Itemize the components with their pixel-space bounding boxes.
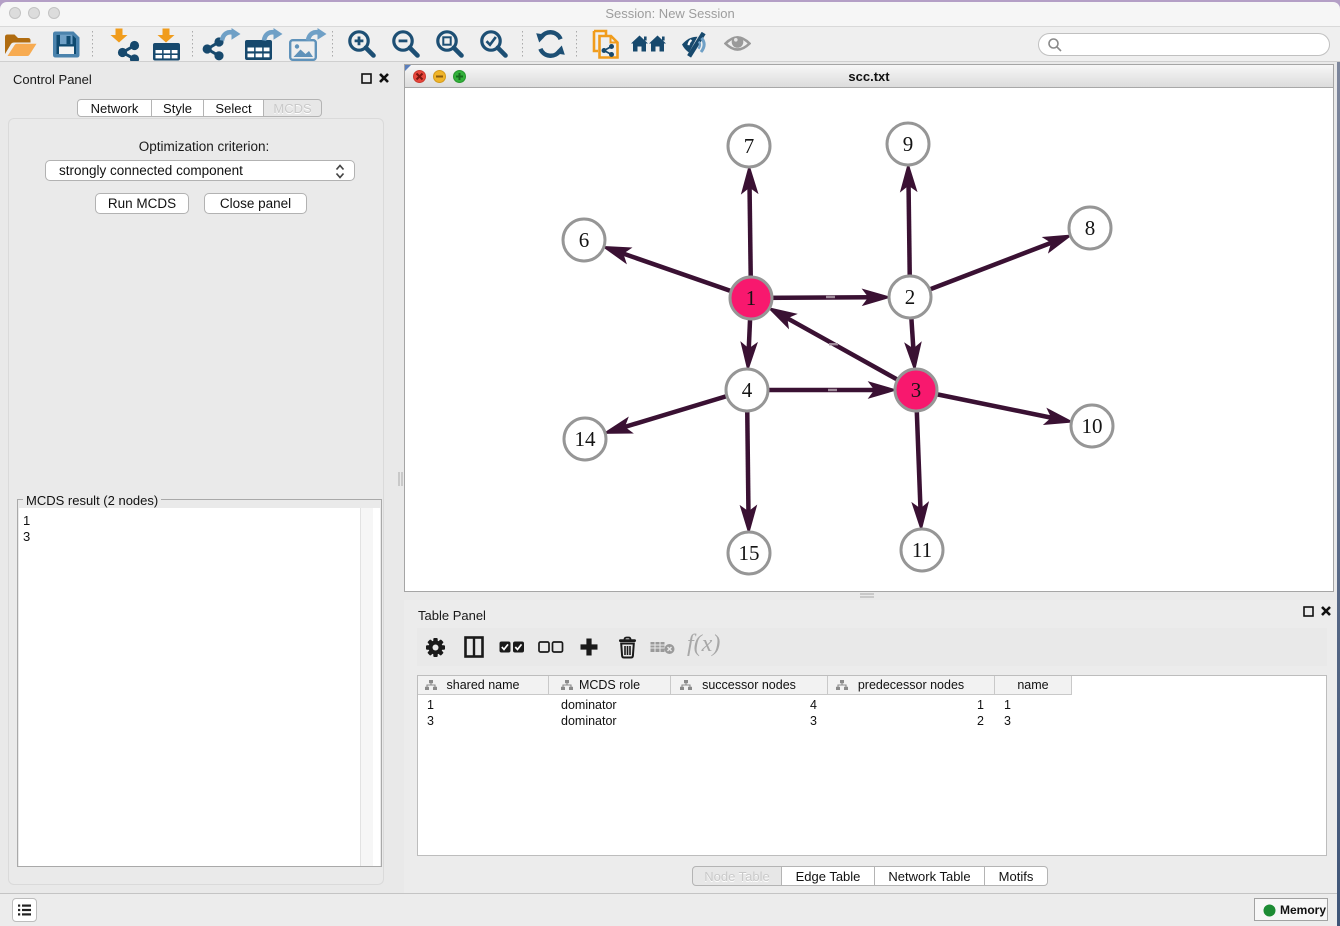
svg-text:14: 14: [575, 427, 597, 451]
svg-text:10: 10: [1082, 414, 1103, 438]
svg-text:11: 11: [912, 538, 932, 562]
svg-text:2: 2: [905, 285, 916, 309]
svg-text:7: 7: [744, 134, 755, 158]
svg-text:4: 4: [742, 378, 753, 402]
svg-text:15: 15: [739, 541, 760, 565]
svg-text:6: 6: [579, 228, 590, 252]
svg-text:9: 9: [903, 132, 914, 156]
svg-text:1: 1: [746, 286, 757, 310]
svg-text:3: 3: [911, 378, 922, 402]
svg-text:8: 8: [1085, 216, 1096, 240]
